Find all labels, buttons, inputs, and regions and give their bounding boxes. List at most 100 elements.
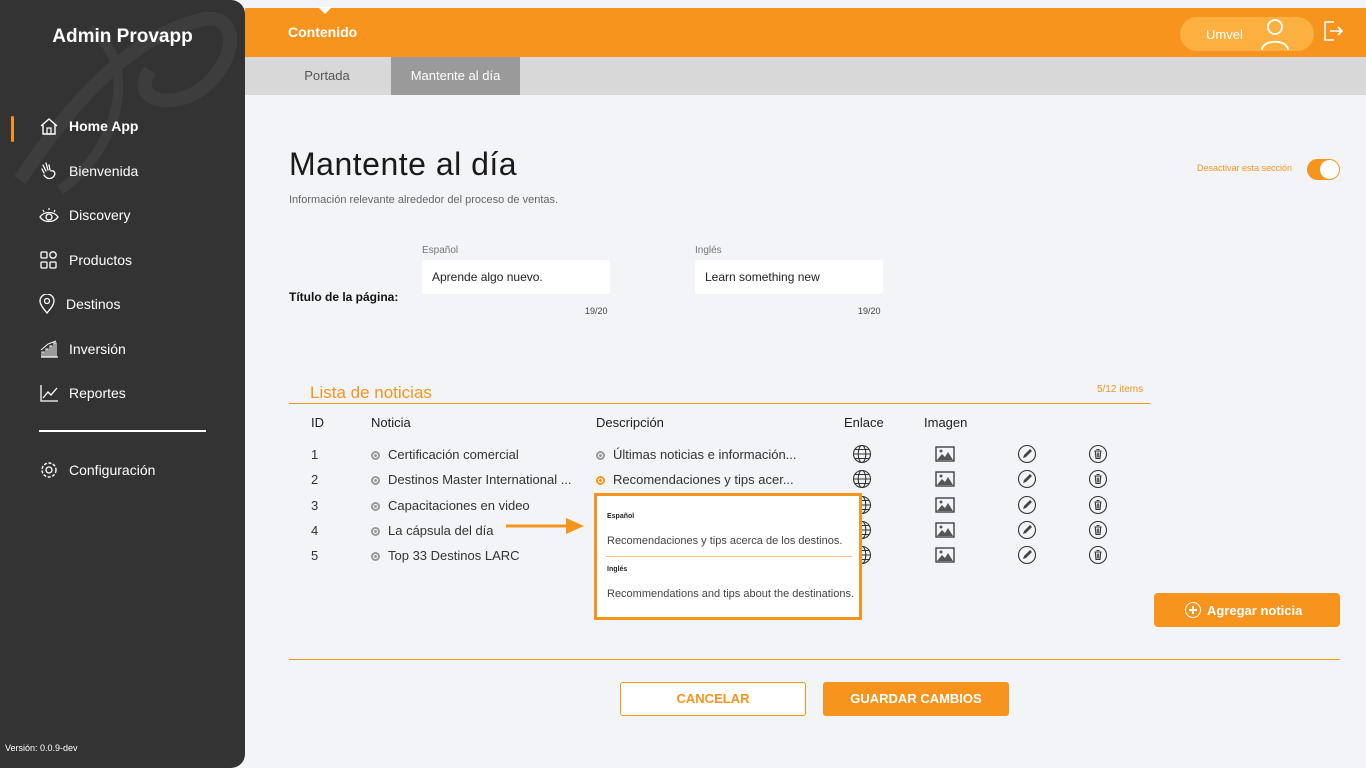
version-text: Versión: 0.0.9-dev xyxy=(5,743,78,753)
image-icon[interactable] xyxy=(935,495,955,515)
user-name: Umvel xyxy=(1206,27,1243,42)
tab-portada[interactable]: Portada xyxy=(282,57,372,95)
gear-icon xyxy=(38,459,60,481)
edit-pencil-icon[interactable] xyxy=(1017,444,1037,464)
row-id: 2 xyxy=(311,472,319,487)
bullet-icon xyxy=(371,527,380,536)
row-noticia[interactable]: Top 33 Destinos LARC xyxy=(388,548,578,563)
row-id: 4 xyxy=(311,523,319,538)
sidebar-item-label: Productos xyxy=(69,252,133,268)
home-icon xyxy=(38,115,60,137)
sidebar-item-home-app[interactable]: Home App xyxy=(38,113,138,139)
active-indicator xyxy=(11,116,14,142)
add-news-label: Agregar noticia xyxy=(1207,603,1303,618)
english-char-counter: 19/20 xyxy=(858,306,881,316)
page-title-label: Título de la página: xyxy=(289,290,399,304)
image-icon[interactable] xyxy=(935,469,955,489)
popover-spanish-text: Recomendaciones y tips acerca de los des… xyxy=(607,535,843,547)
description-popover: Español Recomendaciones y tips acerca de… xyxy=(594,493,862,620)
save-changes-button[interactable]: GUARDAR CAMBIOS xyxy=(823,682,1009,716)
sidebar-item-label: Configuración xyxy=(69,462,156,478)
delete-trash-icon[interactable] xyxy=(1088,520,1108,540)
english-title-input[interactable]: Learn something new xyxy=(695,260,883,294)
arrow-pointer-icon xyxy=(506,518,584,534)
cancel-button[interactable]: CANCELAR xyxy=(620,682,806,716)
tab-bar: Portada Mantente al día xyxy=(245,57,1366,95)
user-menu[interactable]: Umvel xyxy=(1180,17,1314,51)
header-title: Contenido xyxy=(288,24,358,40)
column-header-descripcion: Descripción xyxy=(596,415,664,430)
page-title: Mantente al día xyxy=(289,146,518,182)
location-pin-icon xyxy=(38,293,56,315)
image-icon[interactable] xyxy=(935,520,955,540)
delete-trash-icon[interactable] xyxy=(1088,444,1108,464)
column-header-noticia: Noticia xyxy=(371,415,411,430)
toggle-label: Desactivar esta sección xyxy=(1197,163,1293,173)
row-descripcion[interactable]: Últimas noticias e información... xyxy=(613,447,803,462)
sidebar-divider xyxy=(39,430,206,432)
add-news-button[interactable]: Agregar noticia xyxy=(1154,593,1340,627)
sidebar-item-inversion[interactable]: Inversión xyxy=(38,336,126,362)
image-icon[interactable] xyxy=(935,444,955,464)
popover-divider xyxy=(606,556,852,557)
brand-title: Admin Provapp xyxy=(52,26,193,47)
page-subtitle: Información relevante alrededor del proc… xyxy=(289,194,559,206)
sidebar-item-discovery[interactable]: Discovery xyxy=(38,202,130,228)
eye-icon xyxy=(38,204,60,226)
globe-link-icon[interactable] xyxy=(852,469,872,489)
edit-pencil-icon[interactable] xyxy=(1017,469,1037,489)
grid-icon xyxy=(38,249,60,271)
row-id: 1 xyxy=(311,447,319,462)
sidebar-item-label: Destinos xyxy=(66,296,121,312)
sidebar-item-reportes[interactable]: Reportes xyxy=(38,380,126,406)
bullet-icon xyxy=(371,552,380,561)
image-icon[interactable] xyxy=(935,545,955,565)
globe-link-icon[interactable] xyxy=(852,444,872,464)
toggle-knob xyxy=(1320,160,1339,179)
header-notch xyxy=(318,7,332,14)
sidebar-item-bienvenida[interactable]: Bienvenida xyxy=(38,158,138,184)
sidebar-item-productos[interactable]: Productos xyxy=(38,247,132,273)
row-noticia[interactable]: Destinos Master International ... xyxy=(388,472,578,487)
section-toggle[interactable] xyxy=(1307,159,1340,180)
bullet-icon xyxy=(596,451,605,460)
waving-hand-icon xyxy=(38,160,60,182)
sidebar-item-configuracion[interactable]: Configuración xyxy=(38,457,155,483)
row-descripcion[interactable]: Recomendaciones y tips acer... xyxy=(613,472,803,487)
bottom-divider xyxy=(289,659,1340,660)
edit-pencil-icon[interactable] xyxy=(1017,495,1037,515)
logout-icon[interactable] xyxy=(1322,20,1344,42)
spanish-title-input[interactable]: Aprende algo nuevo. xyxy=(422,260,610,294)
popover-spanish-label: Español xyxy=(607,513,635,520)
row-noticia[interactable]: Capacitaciones en video xyxy=(388,498,578,513)
delete-trash-icon[interactable] xyxy=(1088,469,1108,489)
edit-pencil-icon[interactable] xyxy=(1017,520,1037,540)
sidebar: Admin Provapp Home App Bienvenida Discov… xyxy=(0,0,245,768)
row-id: 3 xyxy=(311,498,319,513)
row-noticia[interactable]: Certificación comercial xyxy=(388,447,578,462)
delete-trash-icon[interactable] xyxy=(1088,545,1108,565)
tab-mantente-al-dia[interactable]: Mantente al día xyxy=(391,57,520,95)
line-chart-icon xyxy=(38,382,60,404)
sidebar-item-destinos[interactable]: Destinos xyxy=(38,291,120,317)
sidebar-item-label: Reportes xyxy=(69,385,126,401)
spanish-char-counter: 19/20 xyxy=(585,306,608,316)
row-id: 5 xyxy=(311,548,319,563)
news-section-title: Lista de noticias xyxy=(310,383,432,402)
column-header-imagen: Imagen xyxy=(924,415,968,430)
plus-circle-icon xyxy=(1185,602,1201,618)
bullet-icon xyxy=(371,476,380,485)
spanish-label: Español xyxy=(422,245,459,256)
column-header-id: ID xyxy=(311,415,324,430)
popover-english-text: Recommendations and tips about the desti… xyxy=(607,588,855,600)
column-header-enlace: Enlace xyxy=(844,415,884,430)
bullet-icon xyxy=(596,476,605,485)
user-avatar-icon xyxy=(1261,19,1289,51)
edit-pencil-icon[interactable] xyxy=(1017,545,1037,565)
sidebar-item-label: Discovery xyxy=(69,207,131,223)
top-bar: Contenido Umvel xyxy=(245,7,1366,57)
delete-trash-icon[interactable] xyxy=(1088,495,1108,515)
popover-english-label: Inglés xyxy=(607,566,628,573)
bar-chart-icon xyxy=(38,338,60,360)
bullet-icon xyxy=(371,451,380,460)
